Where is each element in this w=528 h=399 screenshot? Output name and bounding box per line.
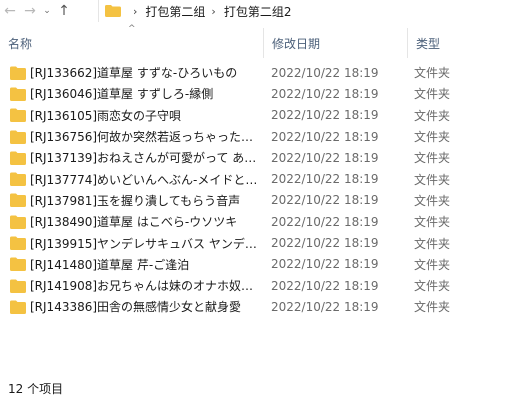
folder-icon (10, 172, 26, 187)
file-row[interactable]: [RJ141908]お兄ちゃんは妹のオナホ奴… 2022/10/22 18:19 文… (0, 275, 528, 296)
column-date[interactable]: 修改日期 (264, 28, 408, 58)
file-date: 2022/10/22 18:19 (271, 86, 379, 101)
file-name: [RJ141908]お兄ちゃんは妹のオナホ奴… (30, 279, 254, 294)
file-name-cell[interactable]: [RJ133662]道草屋 すずな-ひろいもの (10, 64, 260, 81)
chevron-down-icon[interactable]: ⌄ (40, 1, 54, 21)
folder-icon (105, 5, 121, 17)
file-list: [RJ133662]道草屋 すずな-ひろいもの 2022/10/22 18:19 文… (0, 62, 528, 318)
folder-icon (10, 193, 26, 208)
folder-icon (10, 300, 26, 314)
file-name-cell[interactable]: [RJ141480]道草屋 芹-ご逢泊 (10, 256, 260, 273)
file-date: 2022/10/22 18:19 (271, 257, 379, 272)
file-type: 文件夹 (414, 151, 451, 166)
file-row[interactable]: [RJ136105]雨恋女の子守唄 2022/10/22 18:19 文件夹 (0, 105, 528, 126)
breadcrumb-separator-icon: › (133, 4, 138, 18)
file-name: [RJ136105]雨恋女の子守唄 (30, 108, 182, 123)
file-date: 2022/10/22 18:19 (271, 150, 379, 165)
folder-icon (10, 87, 26, 101)
file-row[interactable]: [RJ137774]めいどいんへぶん-メイドと… 2022/10/22 18:19… (0, 168, 528, 189)
column-type[interactable]: 类型 (408, 28, 528, 58)
arrow-left-icon[interactable]: ← (0, 1, 20, 21)
file-type: 文件夹 (414, 66, 451, 81)
breadcrumb-item[interactable]: 打包第二组2 (224, 3, 292, 20)
file-type: 文件夹 (414, 236, 451, 251)
file-name: [RJ137981]玉を握り潰してもらう音声 (30, 193, 241, 208)
file-date: 2022/10/22 18:19 (271, 129, 379, 144)
file-row[interactable]: [RJ136756]何故か突然若返っちゃった… 2022/10/22 18:19 文… (0, 126, 528, 147)
file-name: [RJ137774]めいどいんへぶん-メイドと… (30, 172, 258, 187)
status-bar-count: 12 个项目 (8, 382, 64, 396)
file-name: [RJ141480]道草屋 芹-ご逢泊 (30, 257, 190, 272)
navigation-bar: ← → ⌄ ↑ › 打包第二组 › 打包第二组2 (0, 0, 528, 22)
breadcrumb-separator-icon: › (211, 4, 216, 18)
file-name: [RJ139915]ヤンデレサキュバス ヤンデ… (30, 236, 257, 251)
arrow-up-icon[interactable]: ↑ (54, 1, 74, 21)
column-header: 名称 修改日期 类型 (0, 28, 528, 58)
file-row[interactable]: [RJ141480]道草屋 芹-ご逢泊 2022/10/22 18:19 文件夹 (0, 254, 528, 275)
file-date: 2022/10/22 18:19 (271, 172, 379, 187)
file-row[interactable]: [RJ139915]ヤンデレサキュバス ヤンデ… 2022/10/22 18:19… (0, 232, 528, 253)
folder-icon (10, 66, 26, 80)
file-row[interactable]: [RJ137981]玉を握り潰してもらう音声 2022/10/22 18:19 文件… (0, 190, 528, 211)
folder-icon (10, 108, 26, 123)
file-date: 2022/10/22 18:19 (271, 214, 379, 229)
file-name: [RJ133662]道草屋 すずな-ひろいもの (30, 66, 238, 81)
address-bar[interactable]: › 打包第二组 › 打包第二组2 (98, 0, 528, 22)
column-name[interactable]: 名称 (0, 28, 264, 58)
file-date: 2022/10/22 18:19 (271, 299, 379, 314)
file-type: 文件夹 (414, 300, 451, 315)
file-date: 2022/10/22 18:19 (271, 65, 379, 80)
file-type: 文件夹 (414, 87, 451, 102)
file-type: 文件夹 (414, 172, 451, 187)
file-name-cell[interactable]: [RJ141908]お兄ちゃんは妹のオナホ奴… (10, 277, 260, 294)
file-date: 2022/10/22 18:19 (271, 236, 379, 251)
file-row[interactable]: [RJ137139]おねえさんが可愛がって あ… 2022/10/22 18:19… (0, 147, 528, 168)
file-name-cell[interactable]: [RJ136105]雨恋女の子守唄 (10, 107, 260, 124)
file-type: 文件夹 (414, 130, 451, 145)
file-name: [RJ138490]道草屋 はこべら-ウソツキ (30, 215, 238, 230)
file-explorer-window: ← → ⌄ ↑ › 打包第二组 › 打包第二组2 ^ 名称 修改日期 类型 [R… (0, 0, 528, 399)
file-name-cell[interactable]: [RJ136756]何故か突然若返っちゃった… (10, 128, 260, 145)
file-row[interactable]: [RJ143386]田舎の無感情少女と献身愛 2022/10/22 18:19 文件… (0, 296, 528, 317)
file-date: 2022/10/22 18:19 (271, 278, 379, 293)
folder-icon (10, 151, 26, 165)
file-row[interactable]: [RJ138490]道草屋 はこべら-ウソツキ 2022/10/22 18:19 文… (0, 211, 528, 232)
file-name: [RJ137139]おねえさんが可愛がって あ… (30, 151, 257, 166)
file-name-cell[interactable]: [RJ138490]道草屋 はこべら-ウソツキ (10, 213, 260, 230)
folder-icon (10, 215, 26, 229)
arrow-right-icon[interactable]: → (20, 1, 40, 21)
file-type: 文件夹 (414, 108, 451, 123)
file-date: 2022/10/22 18:19 (271, 193, 379, 208)
folder-icon (10, 236, 26, 251)
file-name-cell[interactable]: [RJ137981]玉を握り潰してもらう音声 (10, 192, 260, 209)
folder-icon (10, 130, 26, 144)
file-name-cell[interactable]: [RJ137139]おねえさんが可愛がって あ… (10, 149, 260, 166)
breadcrumb-item[interactable]: 打包第二组 (145, 3, 205, 20)
file-name-cell[interactable]: [RJ136046]道草屋 すずしろ-縁側 (10, 85, 260, 102)
file-type: 文件夹 (414, 193, 451, 208)
file-row[interactable]: [RJ133662]道草屋 すずな-ひろいもの 2022/10/22 18:19 文… (0, 62, 528, 83)
file-name-cell[interactable]: [RJ143386]田舎の無感情少女と献身愛 (10, 298, 260, 315)
folder-icon (10, 257, 26, 272)
file-row[interactable]: [RJ136046]道草屋 すずしろ-縁側 2022/10/22 18:19 文件夹 (0, 83, 528, 104)
folder-icon (10, 279, 26, 293)
file-name-cell[interactable]: [RJ139915]ヤンデレサキュバス ヤンデ… (10, 235, 260, 252)
file-name-cell[interactable]: [RJ137774]めいどいんへぶん-メイドと… (10, 171, 260, 188)
file-name: [RJ143386]田舎の無感情少女と献身愛 (30, 300, 242, 315)
file-type: 文件夹 (414, 279, 451, 294)
file-name: [RJ136756]何故か突然若返っちゃった… (30, 130, 254, 145)
file-date: 2022/10/22 18:19 (271, 108, 379, 123)
file-type: 文件夹 (414, 215, 451, 230)
file-type: 文件夹 (414, 257, 451, 272)
file-name: [RJ136046]道草屋 すずしろ-縁側 (30, 87, 214, 102)
